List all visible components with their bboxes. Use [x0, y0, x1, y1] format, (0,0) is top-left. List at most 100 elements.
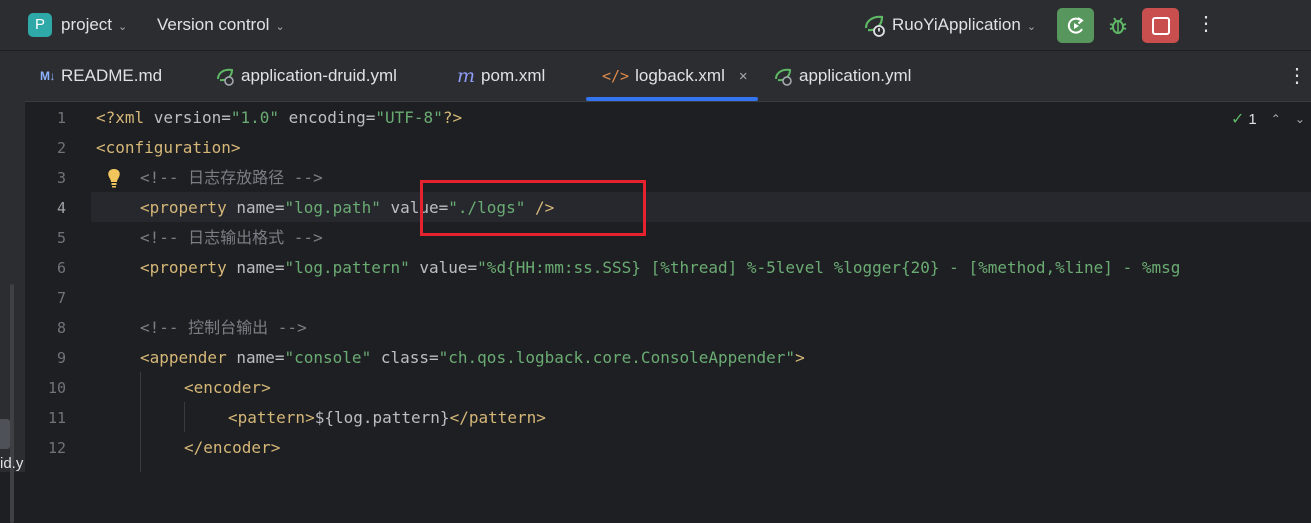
run-configuration-selector[interactable]: RuoYiApplication ⌄: [892, 15, 1036, 35]
chevron-up-icon[interactable]: ⌃: [1271, 112, 1281, 126]
code-line-6: <property name="log.pattern" value="%d{H…: [140, 253, 1180, 283]
run-config-name: RuoYiApplication: [892, 15, 1021, 34]
inspection-count: 1: [1248, 110, 1257, 128]
code-token: =: [274, 348, 285, 367]
tab-readme[interactable]: M↓ README.md: [40, 51, 162, 101]
panel-selection-marker: [0, 419, 10, 449]
debug-button[interactable]: [1103, 11, 1133, 39]
stop-icon: [1151, 16, 1170, 35]
chevron-down-icon: ⌄: [1026, 21, 1037, 33]
check-icon: ✓: [1231, 111, 1245, 128]
line-number: 12: [47, 439, 66, 457]
code-token: <!-- 日志存放路径 -->: [140, 168, 323, 187]
project-name: project: [61, 15, 113, 34]
code-token: =: [274, 258, 285, 277]
code-token: ?>: [442, 108, 463, 127]
editor-tab-bar: M↓ README.md application-druid.yml m pom…: [25, 51, 1311, 102]
project-tree-partial-text: id.y: [0, 455, 24, 472]
code-token: name: [236, 258, 275, 277]
code-token: =: [429, 348, 439, 367]
close-icon[interactable]: ×: [739, 68, 748, 85]
line-number: 5: [56, 229, 66, 247]
code-token: "log.pattern": [284, 258, 410, 277]
tab-label: README.md: [61, 66, 163, 85]
code-token: <property: [140, 258, 237, 277]
more-tabs-icon[interactable]: ⋮: [1287, 63, 1307, 88]
code-token: <!-- 日志输出格式 -->: [140, 228, 323, 247]
line-number: 4: [56, 199, 66, 217]
code-token: <configuration>: [96, 138, 241, 157]
code-token: =: [221, 108, 231, 127]
code-token: </encoder>: [184, 438, 281, 457]
tab-application-druid[interactable]: application-druid.yml: [215, 51, 397, 101]
code-token: "console": [284, 348, 372, 367]
code-token: value: [409, 258, 468, 277]
rerun-button[interactable]: [1057, 8, 1094, 43]
chevron-down-icon: ⌄: [275, 21, 285, 33]
chevron-down-icon[interactable]: ⌄: [1295, 112, 1305, 126]
project-badge-icon[interactable]: P: [28, 13, 52, 37]
code-token: "UTF-8": [375, 108, 443, 127]
code-line-3: <!-- 日志存放路径 -->: [140, 163, 323, 193]
code-token: name: [236, 198, 275, 217]
project-panel-scrollbar[interactable]: [10, 284, 14, 523]
code-line-9: <appender name="console" class="ch.qos.l…: [140, 343, 805, 373]
code-token: name: [236, 348, 275, 367]
code-token: <encoder>: [184, 378, 271, 397]
code-token: >: [795, 348, 805, 367]
active-tab-indicator: [586, 97, 758, 101]
code-token: ${log.pattern}: [314, 408, 450, 427]
tab-label: application-druid.yml: [241, 66, 397, 85]
chevron-down-icon: ⌄: [118, 21, 128, 33]
lightbulb-icon[interactable]: [107, 168, 121, 188]
code-line-1: <?xml version="1.0" encoding="UTF-8"?>: [96, 103, 462, 133]
code-line-2: <configuration>: [96, 133, 241, 163]
code-token: <pattern>: [228, 408, 315, 427]
line-number: 8: [56, 319, 66, 337]
annotation-highlight-box: [420, 180, 646, 236]
indent-guide: [140, 372, 141, 472]
code-token: class: [371, 348, 429, 367]
rerun-icon: [1067, 16, 1084, 34]
code-token: encoding: [279, 108, 366, 127]
code-token: <appender: [140, 348, 237, 367]
tab-logback[interactable]: </> logback.xml ×: [602, 51, 748, 101]
tab-application[interactable]: application.yml: [773, 51, 911, 101]
spring-yaml-icon: [215, 66, 235, 86]
code-token: =: [365, 108, 376, 127]
spring-boot-icon: [864, 15, 885, 37]
code-token: </pattern>: [449, 408, 546, 427]
spring-yaml-icon: [773, 66, 793, 86]
title-bar: P project ⌄ Version control ⌄ RuoYiApplica…: [0, 0, 1311, 51]
tab-label: application.yml: [799, 66, 912, 85]
project-switcher[interactable]: project ⌄: [61, 15, 127, 35]
left-tool-strip: id.y: [0, 51, 25, 523]
code-line-12: </encoder>: [184, 433, 280, 463]
vcs-label: Version control: [157, 15, 270, 34]
line-number: 7: [56, 289, 66, 307]
code-token: =: [467, 258, 478, 277]
stop-button[interactable]: [1142, 8, 1179, 43]
tab-pom[interactable]: m pom.xml: [457, 51, 545, 101]
code-token: <?xml: [96, 108, 154, 127]
code-token: "1.0": [230, 108, 280, 127]
code-token: "log.path": [284, 198, 381, 217]
line-number: 6: [56, 259, 66, 277]
tab-label: logback.xml: [635, 66, 725, 85]
markdown-icon: M↓: [40, 69, 56, 83]
vcs-menu[interactable]: Version control ⌄: [157, 15, 285, 35]
code-token: <property: [140, 198, 237, 217]
inspection-widget[interactable]: ✓ 1 ⌃ ⌄: [1231, 109, 1305, 129]
code-editor[interactable]: 1 2 3 4 5 6 7 8 9 10 11 12 <?xml version…: [25, 102, 1311, 472]
maven-icon: m: [457, 65, 476, 87]
indent-guide: [184, 402, 185, 432]
code-token: =: [274, 198, 285, 217]
code-line-11: <pattern>${log.pattern}</pattern>: [228, 403, 546, 433]
xml-icon: </>: [602, 67, 630, 85]
line-number: 1: [56, 109, 66, 127]
code-line-5: <!-- 日志输出格式 -->: [140, 223, 323, 253]
more-options-icon[interactable]: ⋮: [1196, 12, 1216, 38]
code-line-10: <encoder>: [184, 373, 271, 403]
tab-label: pom.xml: [481, 66, 546, 85]
code-token: "%d{HH:mm:ss.SSS} [%thread] %-5level %lo…: [477, 258, 1181, 277]
